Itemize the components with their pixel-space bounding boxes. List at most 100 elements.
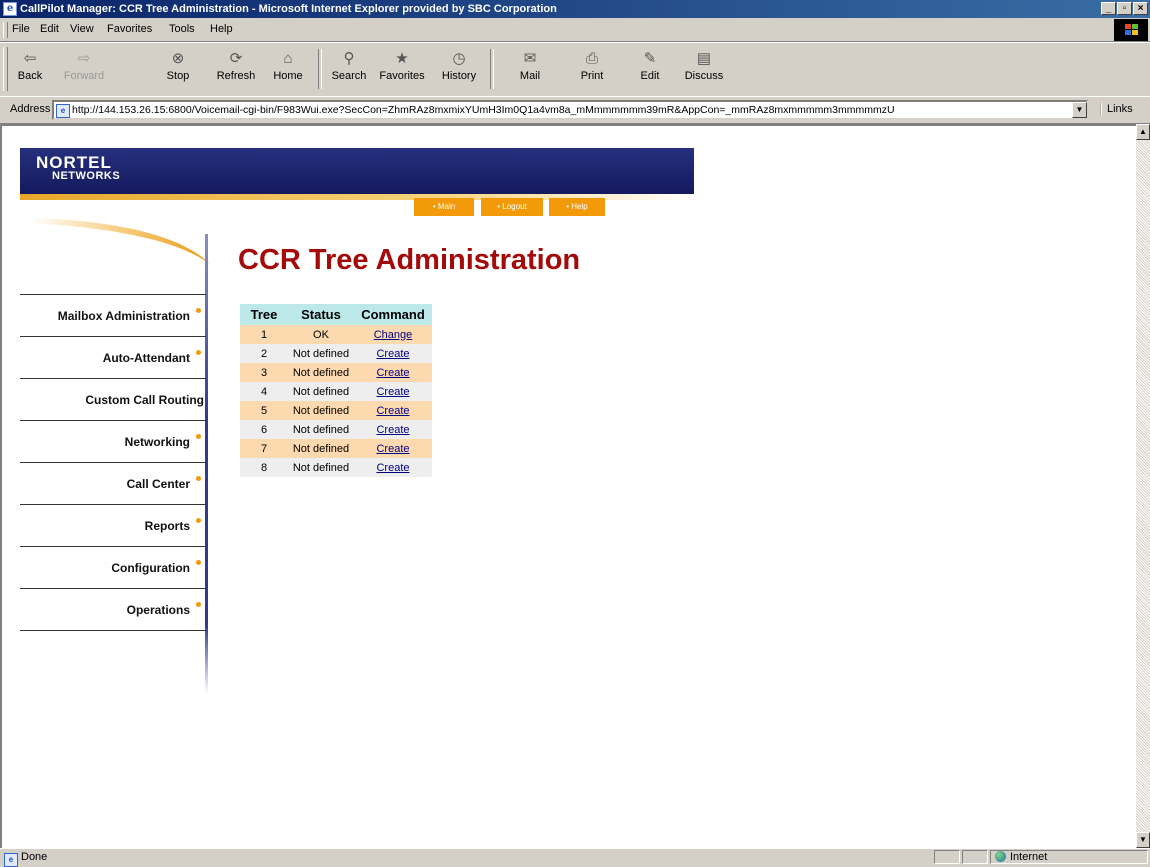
tree-status: Not defined	[288, 458, 354, 477]
nav-mailbox-administration[interactable]: Mailbox Administration	[20, 294, 206, 337]
scroll-up-button[interactable]: ▲	[1136, 124, 1150, 140]
status-panel	[962, 850, 988, 864]
history-button[interactable]: ◷ History	[436, 47, 482, 91]
edit-icon: ✎	[643, 50, 657, 67]
favorites-button[interactable]: ★ Favorites	[374, 47, 430, 91]
discuss-button[interactable]: ▤ Discuss	[680, 47, 728, 91]
tree-number: 1	[240, 325, 288, 344]
bullet-dot-icon	[196, 518, 201, 523]
favorites-icon: ★	[395, 50, 409, 67]
main-link[interactable]: • Main	[414, 198, 474, 216]
page-icon: e	[56, 104, 70, 118]
menu-edit[interactable]: Edit	[40, 23, 59, 35]
maximize-button[interactable]: ▫	[1117, 2, 1132, 15]
refresh-icon: ⟳	[229, 50, 243, 67]
window-controls: _ ▫ ×	[1100, 2, 1148, 20]
internet-zone-icon	[995, 851, 1006, 862]
search-icon: ⚲	[343, 50, 355, 67]
bullet-dot-icon	[196, 350, 201, 355]
nav-networking[interactable]: Networking	[20, 421, 206, 463]
logo-line2: NETWORKS	[52, 170, 121, 182]
menu-tools[interactable]: Tools	[169, 23, 195, 35]
bullet-dot-icon	[196, 602, 201, 607]
column-header-command: Command	[354, 304, 432, 325]
tree-status: Not defined	[288, 420, 354, 439]
tree-number: 2	[240, 344, 288, 363]
forward-button[interactable]: ⇨ Forward	[60, 47, 108, 91]
nav-call-center[interactable]: Call Center	[20, 463, 206, 505]
search-button[interactable]: ⚲ Search	[326, 47, 372, 91]
menu-favorites[interactable]: Favorites	[107, 23, 152, 35]
vertical-scrollbar[interactable]: ▲ ▼	[1136, 124, 1150, 848]
print-button[interactable]: ⎙ Print	[572, 47, 612, 91]
change-link[interactable]: Change	[374, 329, 413, 341]
help-link[interactable]: • Help	[549, 198, 605, 216]
column-header-tree: Tree	[240, 304, 288, 325]
table-row: 7 Not defined Create	[240, 439, 432, 458]
tree-number: 6	[240, 420, 288, 439]
create-link[interactable]: Create	[376, 386, 409, 398]
tree-number: 4	[240, 382, 288, 401]
nav-auto-attendant[interactable]: Auto-Attendant	[20, 337, 206, 379]
bullet-dot-icon	[196, 308, 201, 313]
menubar-grip	[3, 22, 8, 38]
create-link[interactable]: Create	[376, 405, 409, 417]
tree-status: Not defined	[288, 382, 354, 401]
create-link[interactable]: Create	[376, 443, 409, 455]
tree-status: Not defined	[288, 344, 354, 363]
page-title: CCR Tree Administration	[238, 244, 581, 276]
nav-custom-call-routing[interactable]: Custom Call Routing	[20, 379, 206, 421]
nav-operations[interactable]: Operations	[20, 589, 206, 631]
minimize-button[interactable]: _	[1101, 2, 1116, 15]
create-link[interactable]: Create	[376, 367, 409, 379]
nav-reports[interactable]: Reports	[20, 505, 206, 547]
toolbar-separator	[490, 49, 494, 89]
tree-number: 3	[240, 363, 288, 382]
history-icon: ◷	[452, 50, 466, 67]
refresh-button[interactable]: ⟳ Refresh	[212, 47, 260, 91]
discuss-icon: ▤	[696, 50, 712, 67]
scroll-down-button[interactable]: ▼	[1136, 832, 1150, 848]
zone-label: Internet	[1010, 851, 1048, 863]
address-dropdown-button[interactable]: ▼	[1072, 102, 1087, 118]
links-button[interactable]: Links	[1100, 103, 1133, 115]
tree-status: Not defined	[288, 439, 354, 458]
create-link[interactable]: Create	[376, 348, 409, 360]
stop-icon: ⊗	[171, 50, 185, 67]
toolbar: ⇦ Back ⇨ Forward ⊗ Stop ⟳ Refresh ⌂ Home ⚲ Sea…	[0, 42, 1150, 97]
close-button[interactable]: ×	[1133, 2, 1148, 15]
table-row: 3 Not defined Create	[240, 363, 432, 382]
table-row: 2 Not defined Create	[240, 344, 432, 363]
nortel-banner	[20, 148, 694, 194]
address-label: Address	[10, 103, 51, 115]
tree-number: 7	[240, 439, 288, 458]
side-navigation: Mailbox Administration Auto-Attendant Cu…	[20, 294, 206, 631]
logo-line1: NORTEL	[36, 153, 112, 172]
home-icon: ⌂	[283, 50, 293, 67]
menu-file[interactable]: File	[12, 23, 30, 35]
tree-number: 8	[240, 458, 288, 477]
menu-view[interactable]: View	[70, 23, 94, 35]
edit-button[interactable]: ✎ Edit	[630, 47, 670, 91]
menu-help[interactable]: Help	[210, 23, 233, 35]
table-row: 5 Not defined Create	[240, 401, 432, 420]
bullet-dot-icon	[196, 560, 201, 565]
back-button[interactable]: ⇦ Back	[8, 47, 52, 91]
back-arrow-icon: ⇦	[23, 50, 37, 67]
create-link[interactable]: Create	[376, 424, 409, 436]
bullet-dot-icon	[196, 476, 201, 481]
home-button[interactable]: ⌂ Home	[268, 47, 308, 91]
logout-link[interactable]: • Logout	[481, 198, 543, 216]
security-zone-panel: Internet	[990, 850, 1148, 864]
mail-button[interactable]: ✉ Mail	[510, 47, 550, 91]
address-url[interactable]: http://144.153.26.15:6800/Voicemail-cgi-…	[72, 104, 895, 116]
address-input[interactable]: e http://144.153.26.15:6800/Voicemail-cg…	[52, 100, 1088, 120]
table-row: 6 Not defined Create	[240, 420, 432, 439]
table-row: 1 OK Change	[240, 325, 432, 344]
create-link[interactable]: Create	[376, 462, 409, 474]
nav-configuration[interactable]: Configuration	[20, 547, 206, 589]
status-panel	[934, 850, 960, 864]
stop-button[interactable]: ⊗ Stop	[156, 47, 200, 91]
ccr-tree-table: Tree Status Command 1 OK Change 2 Not defin…	[240, 304, 432, 477]
tree-status: Not defined	[288, 401, 354, 420]
